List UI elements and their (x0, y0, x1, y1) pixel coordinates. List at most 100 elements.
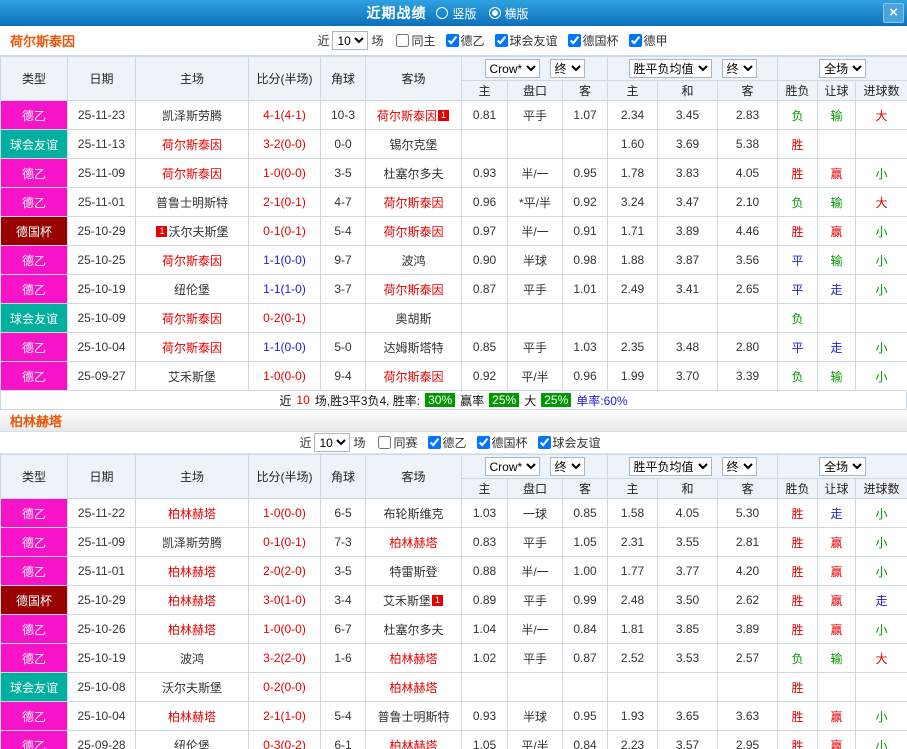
team-name: 达姆斯塔特 (383, 340, 444, 355)
de2-checkbox[interactable] (445, 34, 459, 47)
euro-draw-odds-cell: 3.83 (657, 158, 719, 188)
filter-cup[interactable]: 德国杯 (567, 32, 619, 49)
outcome-cell: 负 (777, 303, 819, 333)
cup-checkbox[interactable] (567, 34, 581, 47)
de2-checkbox[interactable] (427, 436, 441, 449)
asian-away-odds-cell: 0.92 (561, 187, 609, 217)
filter-same-home[interactable]: 同主 (396, 32, 436, 49)
filter-friendly[interactable]: 球会友谊 (494, 32, 558, 49)
filter-label: 德国杯 (582, 34, 619, 48)
goals-result-cell (855, 129, 907, 159)
close-icon[interactable]: × (883, 3, 904, 23)
match-type-cell: 球会友谊 (0, 303, 68, 333)
col-date: 日期 (67, 454, 136, 499)
avg-time-select[interactable]: 终 (721, 59, 757, 78)
handicap-cell: 平/半 (507, 361, 563, 391)
team-name: 荷尔斯泰因 (161, 253, 222, 268)
outcome-cell: 胜 (777, 216, 819, 246)
same-competition-checkbox[interactable] (378, 436, 392, 449)
score-cell: 1-1(0-0) (248, 245, 321, 275)
table-row: 德国杯 25-10-29 柏林赫塔 3-0(1-0) 3-4 艾禾斯堡 1 0.89 平手 0.9… (0, 585, 907, 615)
asian-home-odds-cell: 0.93 (461, 158, 508, 188)
summary-text: 赢率 (460, 393, 485, 408)
team-cell: 1 沃尔夫斯堡 (135, 216, 249, 246)
match-count-select[interactable]: 10 (332, 31, 369, 50)
corner-cell: 6-7 (320, 614, 366, 644)
col-euro-home: 主 (607, 478, 659, 499)
corner-cell: 5-4 (320, 216, 366, 246)
score-cell: 0-2(0-1) (248, 303, 321, 333)
corner-cell: 3-5 (320, 556, 366, 586)
layout-vertical-option[interactable]: 竖版 (436, 5, 477, 22)
team-name: 荷尔斯泰因 (161, 311, 222, 326)
handicap-result-cell: 赢 (817, 158, 857, 188)
table-row: 德乙 25-10-19 纽伦堡 1-1(1-0) 3-7 荷尔斯泰因 0.87 平手 1.01 2… (0, 274, 907, 304)
team-name: 柏林赫塔 (389, 651, 438, 666)
team-name: 荷尔斯泰因 (383, 224, 444, 239)
odds-company-select[interactable]: Crow* (484, 457, 540, 476)
match-type-cell: 德乙 (0, 158, 68, 188)
team-cell: 普鲁士明斯特 (135, 187, 249, 217)
scope-select[interactable]: 全场 (819, 59, 867, 78)
cup-checkbox[interactable] (476, 436, 490, 449)
euro-home-odds-cell: 3.24 (607, 187, 659, 217)
euro-home-odds-cell: 2.52 (607, 643, 659, 673)
handicap-cell: 一球 (507, 498, 563, 528)
score-cell: 1-0(0-0) (248, 158, 321, 188)
outcome-cell: 胜 (777, 585, 819, 615)
date-cell: 25-11-13 (67, 129, 136, 159)
friendly-checkbox[interactable] (494, 34, 508, 47)
goals-result-cell: 大 (855, 187, 907, 217)
avg-time-select[interactable]: 终 (721, 457, 757, 476)
filter-league-de2[interactable]: 德乙 (427, 434, 467, 451)
filter-label: 德乙 (460, 34, 485, 48)
filter-league-de2[interactable]: 德乙 (445, 32, 485, 49)
team-cell: 荷尔斯泰因 (365, 274, 462, 304)
near-label: 近 (317, 34, 330, 48)
team-name: 柏林赫塔 (389, 535, 438, 550)
asian-away-odds-cell: 0.84 (561, 614, 609, 644)
matches-label: 场 (371, 34, 384, 48)
col-outcome: 胜负 (777, 478, 819, 499)
asian-home-odds-cell (461, 303, 508, 333)
horizontal-layout-radio[interactable] (488, 7, 501, 19)
odds-time-select[interactable]: 终 (549, 59, 585, 78)
corner-cell: 9-7 (320, 245, 366, 275)
friendly-checkbox[interactable] (537, 436, 551, 449)
match-count-select[interactable]: 10 (314, 433, 351, 452)
asian-home-odds-cell: 0.85 (461, 332, 508, 362)
match-type-cell: 德乙 (0, 643, 68, 673)
corner-cell: 7-3 (320, 527, 366, 557)
score-cell: 1-0(0-0) (248, 614, 321, 644)
euro-home-odds-cell: 1.58 (607, 498, 659, 528)
asian-home-odds-cell: 1.04 (461, 614, 508, 644)
odds-company-select[interactable]: Crow* (484, 59, 540, 78)
asian-home-odds-cell: 1.02 (461, 643, 508, 673)
filter-cup[interactable]: 德国杯 (476, 434, 528, 451)
euro-home-odds-cell: 1.88 (607, 245, 659, 275)
same-home-checkbox[interactable] (396, 34, 410, 47)
odds-time-select[interactable]: 终 (549, 457, 585, 476)
avg-odds-select[interactable]: 胜平负均值 (628, 457, 712, 476)
euro-away-odds-cell: 4.20 (717, 556, 779, 586)
filter-friendly[interactable]: 球会友谊 (537, 434, 601, 451)
filter-same-competition[interactable]: 同赛 (378, 434, 418, 451)
handicap-result-cell: 输 (817, 100, 857, 130)
corner-cell: 6-1 (320, 730, 366, 749)
de1-checkbox[interactable] (628, 34, 642, 47)
col-corner: 角球 (320, 454, 366, 499)
team-cell: 荷尔斯泰因 (135, 158, 249, 188)
avg-odds-select[interactable]: 胜平负均值 (628, 59, 712, 78)
layout-horizontal-option[interactable]: 横版 (488, 5, 529, 22)
handicap-result-cell: 走 (817, 498, 857, 528)
team-cell: 柏林赫塔 (365, 527, 462, 557)
table-row: 德乙 25-10-04 柏林赫塔 2-1(1-0) 5-4 普鲁士明斯特 0.93 半球 0.9… (0, 701, 907, 731)
col-home: 主场 (135, 56, 249, 101)
euro-home-odds-cell: 2.23 (607, 730, 659, 749)
asian-away-odds-cell: 0.84 (561, 730, 609, 749)
team-name: 特雷斯登 (389, 564, 438, 579)
scope-select[interactable]: 全场 (819, 457, 867, 476)
vertical-layout-radio[interactable] (436, 7, 449, 19)
team-name: 荷尔斯泰因 (383, 369, 444, 384)
filter-league-de1[interactable]: 德甲 (628, 32, 668, 49)
